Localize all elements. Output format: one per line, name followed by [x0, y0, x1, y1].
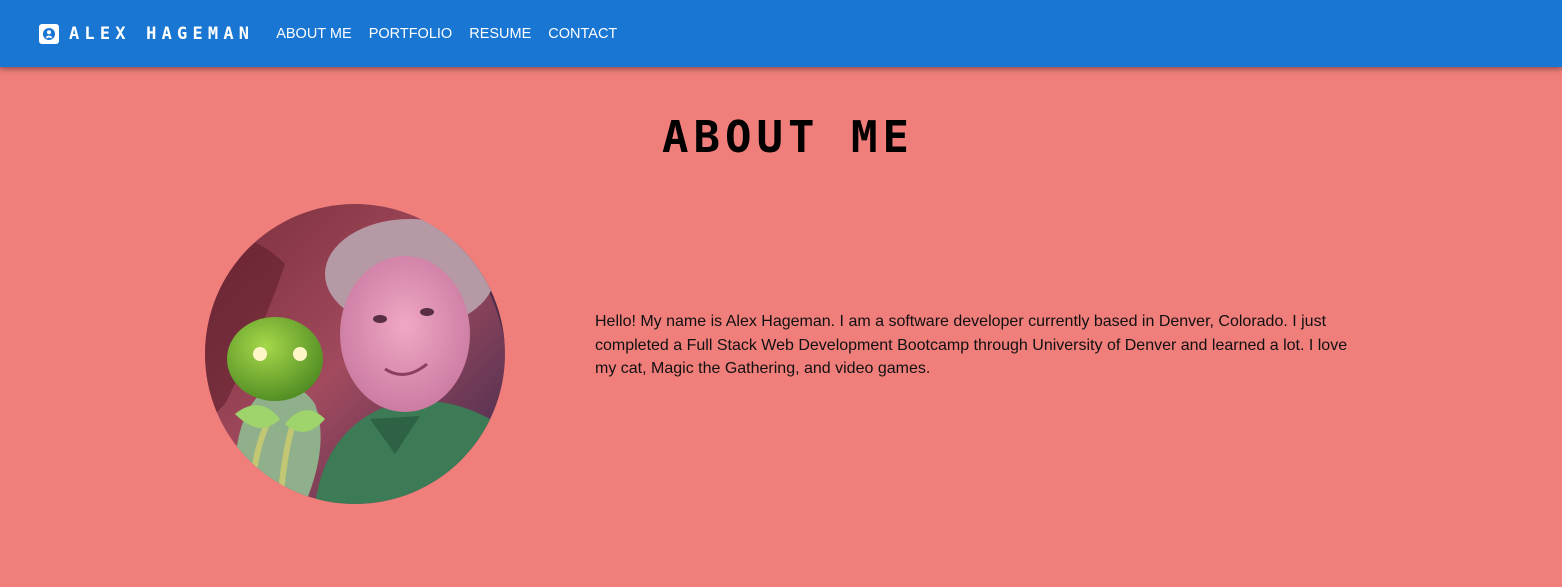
person-badge-icon [39, 23, 59, 44]
nav-link-about-me[interactable]: ABOUT ME [276, 26, 351, 42]
brand-link[interactable]: ALEX HAGEMAN [39, 23, 255, 44]
page-title: ABOUT ME [662, 112, 914, 163]
profile-photo [205, 204, 505, 504]
nav-link-resume[interactable]: RESUME [469, 26, 531, 42]
nav-menu: ABOUT ME PORTFOLIO RESUME CONTACT [276, 26, 634, 42]
nav-link-contact[interactable]: CONTACT [548, 26, 617, 42]
brand-name: ALEX HAGEMAN [69, 23, 255, 44]
navbar: ALEX HAGEMAN ABOUT ME PORTFOLIO RESUME C… [0, 0, 1562, 67]
nav-link-portfolio[interactable]: PORTFOLIO [369, 26, 453, 42]
bio-text: Hello! My name is Alex Hageman. I am a s… [595, 313, 1348, 377]
